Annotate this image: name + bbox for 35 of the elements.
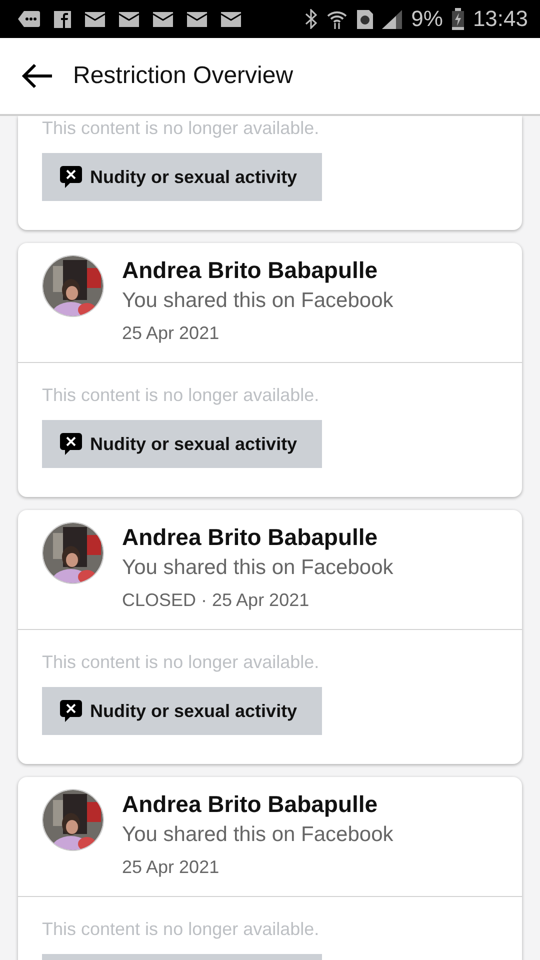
mail-icon <box>187 12 207 26</box>
blocked-message-icon <box>60 699 82 723</box>
unavailable-notice: This content is no longer available. <box>42 651 320 674</box>
restriction-reason: Nudity or sexual activity <box>90 700 298 722</box>
restriction-reason: Nudity or sexual activity <box>90 434 298 454</box>
post-date: 25 Apr 2021 <box>122 322 220 345</box>
chat-icon <box>18 11 40 27</box>
blocked-message-icon <box>60 432 82 456</box>
page-title: Restriction Overview <box>73 62 294 90</box>
unavailable-notice: This content is no longer available. <box>42 384 320 407</box>
clock: 13:43 <box>472 6 528 32</box>
mail-icon <box>153 12 173 26</box>
battery-icon <box>452 8 464 30</box>
battery-percent: 9% <box>411 6 443 32</box>
author-name: Andrea Brito Babapulle <box>122 256 379 285</box>
unavailable-notice: This content is no longer available. <box>42 117 320 140</box>
mail-icon <box>119 12 139 26</box>
post-date: CLOSED · 25 Apr 2021 <box>122 589 310 612</box>
post-date: 25 Apr 2021 <box>122 856 220 879</box>
signal-icon <box>382 10 402 28</box>
wifi-icon <box>326 9 348 29</box>
sim-icon <box>357 10 374 28</box>
share-note: You shared this on Facebook <box>122 288 394 314</box>
author-name: Andrea Brito Babapulle <box>122 790 379 819</box>
bluetooth-icon <box>305 9 318 29</box>
author-name: Andrea Brito Babapulle <box>122 523 379 552</box>
back-arrow-icon[interactable] <box>21 63 53 89</box>
restriction-reason: Nudity or sexual activity <box>90 166 298 188</box>
unavailable-notice: This content is no longer available. <box>42 918 320 941</box>
facebook-icon <box>54 10 71 28</box>
mail-icon <box>85 12 105 26</box>
mail-icon <box>221 12 241 26</box>
blocked-message-icon <box>60 165 82 189</box>
share-note: You shared this on Facebook <box>122 555 394 581</box>
share-note: You shared this on Facebook <box>122 822 394 848</box>
